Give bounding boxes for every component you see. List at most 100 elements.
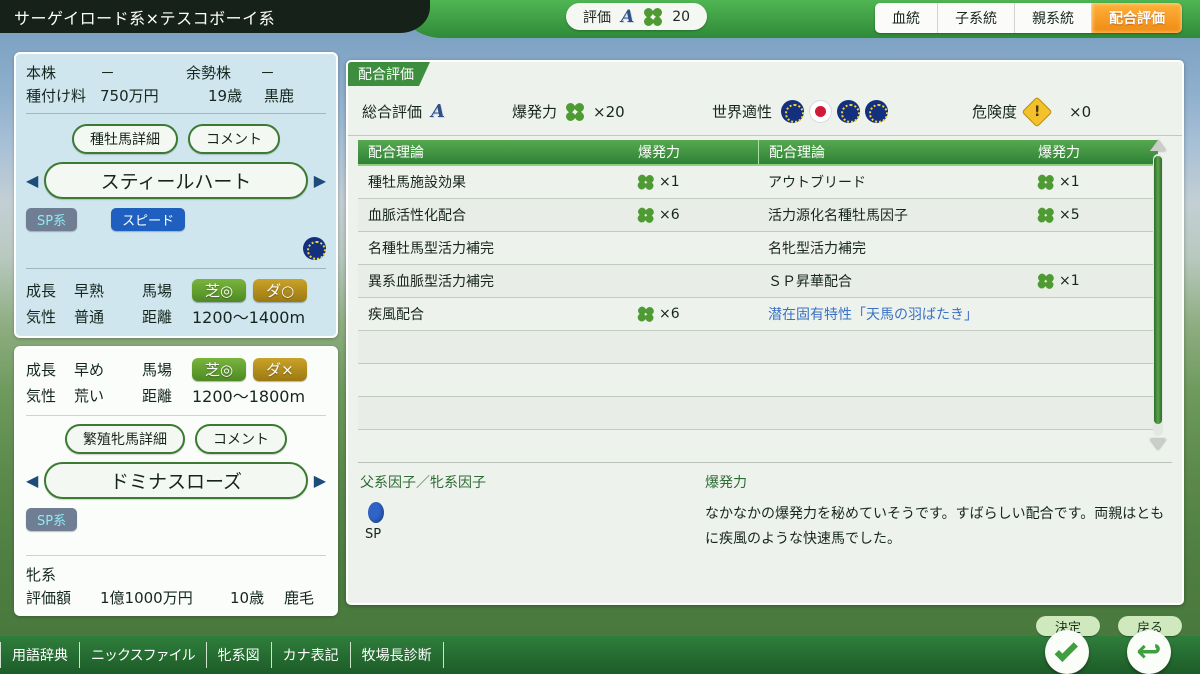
bottom-menu-item[interactable]: ニックスファイル [80,642,207,668]
cell-theory-right [758,397,1028,429]
next-sire-arrow-icon[interactable]: ▶ [314,172,326,189]
bottom-menu-item[interactable]: 牝系図 [207,642,272,668]
cell-theory-left [358,331,628,363]
sire-stat-grid: 成長 早熟 馬場 芝◎ ダ○ 気性 普通 距離 1200〜1400m [26,279,326,328]
prev-mare-arrow-icon[interactable]: ◀ [26,472,38,489]
cell-theory-left: 疾風配合 [368,307,424,323]
mare-growth-label: 成長 [26,361,57,379]
sire-growth-row: 成長 早熟 馬場 芝◎ ダ○ [26,279,326,302]
sire-stock-value: － [100,64,116,82]
sire-name-button[interactable]: スティールハート [44,162,308,199]
confirm-button[interactable]: 決定 [1032,616,1104,674]
cell-power-left [628,232,758,264]
bottom-menu-item[interactable]: カナ表記 [272,642,351,668]
mare-spacer [26,531,326,547]
sire-distance-label: 距離 [142,307,173,326]
mare-age: 10歳 [230,589,265,607]
table-row[interactable] [358,430,1158,463]
mare-line-badge: SP系 [26,508,78,531]
cell-theory-right: 潜在固有特性「天馬の羽ばたき」 [768,307,978,323]
bottom-bar: 用語辞典 ニックスファイル 牝系図 カナ表記 牧場長診断 決定 戻る ↩ [0,616,1200,674]
cell-theory-left [358,397,628,429]
tab-parent-lineage[interactable]: 親系統 [1015,3,1092,33]
table-row[interactable]: 異系血脈型活力補完 ＳＰ昇華配合 ×1 [358,265,1158,298]
sire-temper-row: 気性 普通 距離 1200〜1400m [26,304,326,328]
risk-value: ×0 [1069,102,1092,121]
bottom-menu: 用語辞典 ニックスファイル 牝系図 カナ表記 牧場長診断 [0,642,444,668]
column-header-power-left: 爆発力 [638,145,680,161]
cell-theory-right [758,364,1028,396]
mare-name-button[interactable]: ドミナスローズ [44,462,308,499]
page-title: サーゲイロード系×テスコボーイ系 [14,8,276,28]
table-scrollbar[interactable] [1148,140,1168,450]
sire-flag-line [26,237,326,261]
table-row[interactable] [358,331,1158,364]
sire-button-row: 種牡馬詳細 コメント [26,124,326,154]
scroll-track[interactable] [1153,154,1163,436]
next-mare-arrow-icon[interactable]: ▶ [314,472,326,489]
sire-detail-button[interactable]: 種牡馬詳細 [72,124,178,154]
sire-badge-row: SP系 スピード [26,208,326,231]
cell-power-left: ×1 [628,166,758,198]
tab-sub-lineage[interactable]: 子系統 [938,3,1015,33]
clover-icon [1036,271,1055,291]
cell-power-left: ×6 [628,298,758,330]
sire-stock-label: 本株 [26,64,57,82]
mare-comment-button[interactable]: コメント [195,424,287,454]
cell-theory-left: 名種牡馬型活力補完 [368,241,494,257]
factor-label: SP [365,527,382,542]
evaluation-summary-pill: 評価 A 20 [566,3,708,30]
mare-detail-button[interactable]: 繁殖牝馬詳細 [65,424,185,454]
sire-line-badge: SP系 [26,208,78,231]
scroll-thumb[interactable] [1154,156,1162,424]
world-flags-group [781,100,889,123]
bottom-menu-item[interactable]: 牧場長診断 [351,642,444,668]
cell-theory-right: 名牝型活力補完 [768,241,866,257]
cell-power-right [1028,331,1158,363]
sire-fee-row: 種付け料 750万円 19歳 黒鹿 [26,85,326,106]
back-button[interactable]: 戻る ↩ [1114,616,1186,674]
clover-icon [642,5,665,28]
tab-mating-evaluation[interactable]: 配合評価 [1092,3,1182,33]
mating-evaluation-panel: 配合評価 総合評価 A 爆発力 ×20 世界適性 危険度 ! ×0 配合理論 爆… [346,60,1184,605]
mare-name-row: ◀ ドミナスローズ ▶ [26,462,326,499]
bottom-menu-item[interactable]: 用語辞典 [0,642,80,668]
back-arrow-icon[interactable]: ↩ [1127,630,1171,674]
table-row[interactable]: 種牡馬施設効果 ×1 アウトブリード ×1 [358,166,1158,199]
table-row[interactable] [358,397,1158,430]
mare-button-row: 繁殖牝馬詳細 コメント [26,424,326,454]
summary-row: 総合評価 A 爆発力 ×20 世界適性 危険度 ! ×0 [348,88,1182,136]
mare-surface-label: 馬場 [142,361,173,379]
check-icon[interactable] [1045,630,1089,674]
table-row[interactable]: 疾風配合 ×6 潜在固有特性「天馬の羽ばたき」 [358,298,1158,331]
tab-pedigree[interactable]: 血統 [875,3,938,33]
eu-flag-icon [837,100,861,123]
sire-comment-button[interactable]: コメント [188,124,280,154]
cell-theory-right [758,430,1028,462]
table-row[interactable]: 血脈活性化配合 ×6 活力源化名種牡馬因子 ×5 [358,199,1158,232]
cell-power-right [1028,430,1158,462]
world-aptitude-cell: 世界適性 [712,100,972,123]
table-row[interactable] [358,364,1158,397]
sire-divider [26,113,326,114]
mare-temper-label: 気性 [26,386,57,405]
clover-icon [636,205,655,225]
description-divider [358,462,1172,463]
table-body: 種牡馬施設効果 ×1 アウトブリード ×1 血脈活性化配合 ×6 活力源化名種牡馬因子 ×5 名… [358,166,1158,463]
scroll-up-arrow-icon[interactable] [1150,140,1166,151]
power-description-section: 爆発力 なかなかの爆発力を秘めていそうです。すばらしい配合です。両親はともに疾風… [705,472,1170,592]
panel-tag: 配合評価 [348,62,430,86]
warning-icon: ! [1021,95,1053,128]
prev-sire-arrow-icon[interactable]: ◀ [26,172,38,189]
scroll-down-arrow-icon[interactable] [1150,439,1166,450]
sp-factor-dot-icon [368,502,384,523]
power-cell: 爆発力 ×20 [512,100,712,123]
sire-stock-row: 本株 － 余勢株 － [26,62,326,83]
sire-growth-value: 早熟 [74,282,105,300]
mare-temper-row: 気性 荒い 距離 1200〜1800m [26,383,326,407]
table-row[interactable]: 名種牡馬型活力補完 名牝型活力補完 [358,232,1158,265]
sire-age: 19歳 [208,87,243,105]
left-column: 本株 － 余勢株 － 種付け料 750万円 19歳 黒鹿 種牡馬詳細 コメント … [14,52,338,616]
cell-theory-right: アウトブリード [768,175,866,191]
sire-turf-badge: 芝◎ [192,279,247,302]
